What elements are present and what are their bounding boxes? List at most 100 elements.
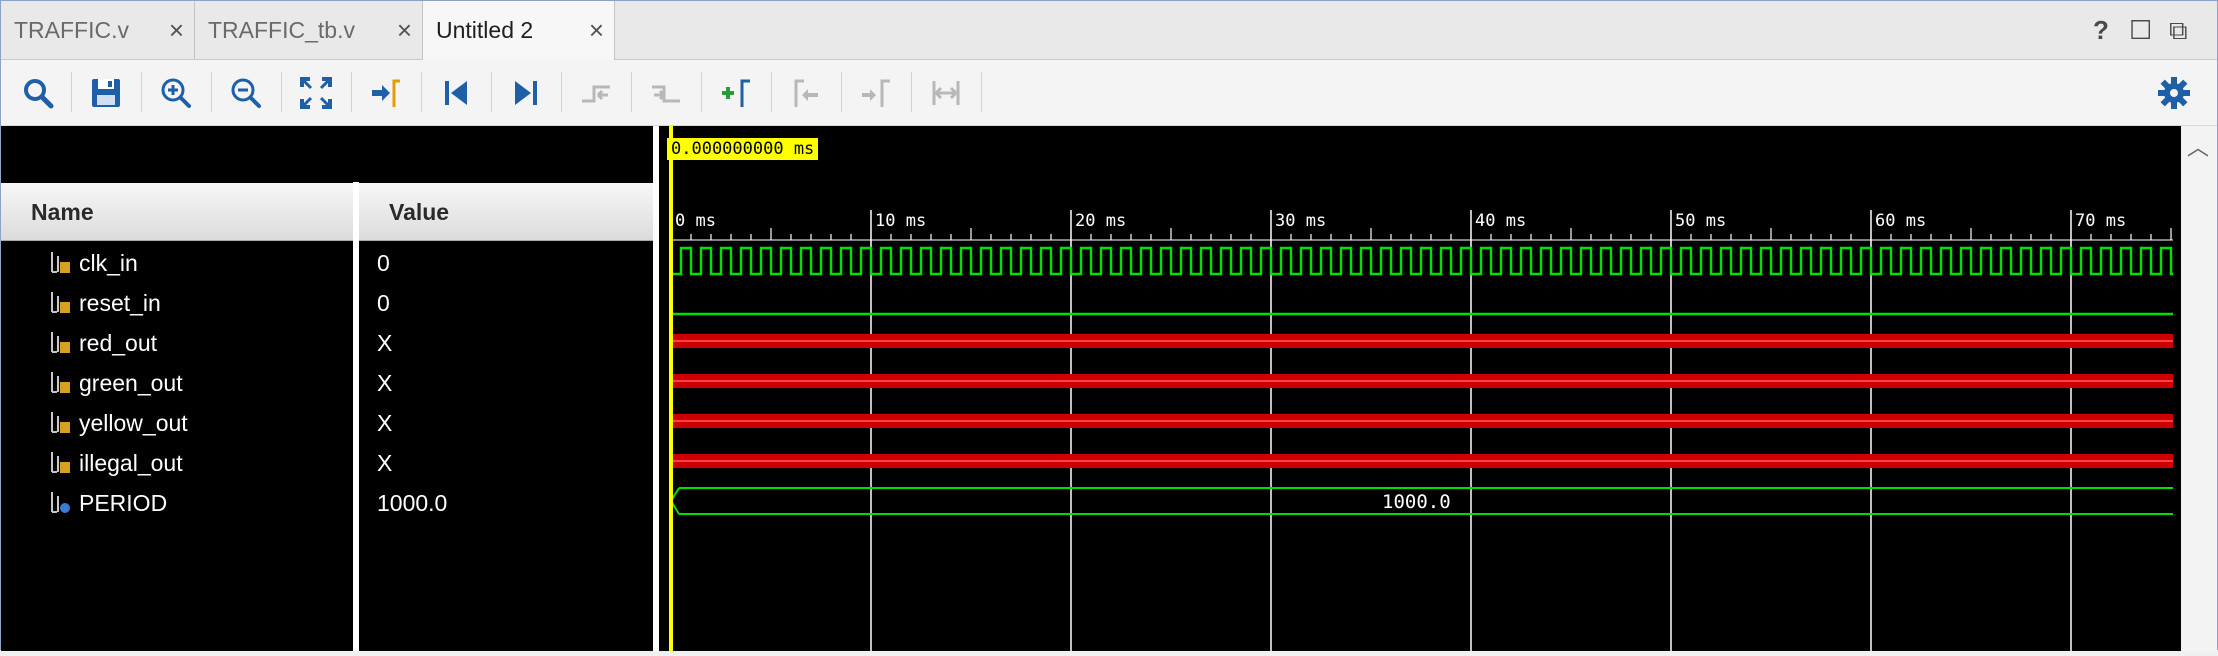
- tab-traffic-v[interactable]: TRAFFIC.v ×: [1, 1, 195, 59]
- zoom-fit-button[interactable]: [291, 68, 341, 118]
- zoom-out-icon: [231, 78, 261, 108]
- close-icon[interactable]: ×: [169, 15, 184, 46]
- next-transition-button[interactable]: [641, 68, 691, 118]
- parameter-signal-icon: [51, 492, 70, 513]
- go-to-time-0-icon: [445, 81, 467, 105]
- bus-value-label: 1000.0: [1382, 491, 1451, 513]
- close-icon[interactable]: ×: [397, 15, 412, 46]
- waveform-pane[interactable]: 0 ms 10 ms 20 ms 30 ms 40 ms 50 ms 60 ms 70 ms 1…: [659, 126, 2181, 651]
- signal-value: X: [377, 449, 393, 476]
- tab-traffic-tb-v[interactable]: TRAFFIC_tb.v ×: [195, 1, 423, 59]
- signal-row-red_out[interactable]: red_out: [49, 324, 157, 362]
- signal-value: 0: [377, 249, 390, 276]
- swap-cursors-icon: [932, 81, 960, 105]
- add-marker-icon: [722, 79, 750, 107]
- zoom-in-button[interactable]: [151, 68, 201, 118]
- toolbar-separator: [281, 72, 282, 112]
- clock-waveform[interactable]: [671, 246, 2173, 276]
- signal-row-illegal_out[interactable]: illegal_out: [49, 444, 183, 482]
- waveform-window: TRAFFIC.v × TRAFFIC_tb.v × Untitled 2 × …: [0, 0, 2218, 651]
- tab-bar: TRAFFIC.v × TRAFFIC_tb.v × Untitled 2 × …: [1, 1, 2217, 60]
- logic-signal-icon: [51, 252, 70, 273]
- scroll-up-icon[interactable]: ︿: [2187, 130, 2209, 162]
- signal-name: clk_in: [79, 249, 138, 276]
- name-column-label: Name: [31, 199, 94, 225]
- toolbar-separator: [211, 72, 212, 112]
- time-tick-label: 60 ms: [1875, 211, 1926, 231]
- signal-value: 1000.0: [377, 489, 448, 516]
- signal-row-clk_in[interactable]: clk_in: [49, 244, 138, 282]
- next-marker-icon: [862, 79, 890, 107]
- toolbar-separator: [911, 72, 912, 112]
- signal-value-PERIOD: 1000.0: [377, 484, 447, 522]
- signal-value-illegal_out: X: [377, 444, 392, 482]
- save-button[interactable]: [81, 68, 131, 118]
- time-tick-label: 40 ms: [1475, 211, 1526, 231]
- signal-values-pane[interactable]: Value 0 0 X X X X 1000.0: [359, 126, 653, 651]
- toolbar-separator: [351, 72, 352, 112]
- previous-marker-button[interactable]: [781, 68, 831, 118]
- waveform-canvas[interactable]: 0 ms 10 ms 20 ms 30 ms 40 ms 50 ms 60 ms 70 ms 1…: [659, 126, 2181, 651]
- signal-row-green_out[interactable]: green_out: [49, 364, 183, 402]
- signal-names-pane[interactable]: Name clk_in reset_in red_out green_outyello…: [1, 126, 353, 651]
- signal-value: 0: [377, 289, 390, 316]
- gear-icon: [2158, 77, 2190, 109]
- time-tick-label: 50 ms: [1675, 211, 1726, 231]
- toolbar: [1, 60, 2217, 126]
- logic-signal-icon: [51, 332, 70, 353]
- next-marker-button[interactable]: [851, 68, 901, 118]
- signal-value-clk_in: 0: [377, 244, 390, 282]
- vertical-scrollbar[interactable]: ︿: [2181, 126, 2217, 651]
- previous-transition-button[interactable]: [571, 68, 621, 118]
- zoom-in-icon: [161, 78, 191, 108]
- signal-value-green_out: X: [377, 364, 392, 402]
- toolbar-separator: [141, 72, 142, 112]
- toolbar-separator: [701, 72, 702, 112]
- logic-signal-icon: [51, 412, 70, 433]
- toolbar-separator: [491, 72, 492, 112]
- toolbar-separator: [421, 72, 422, 112]
- close-icon[interactable]: ×: [589, 15, 604, 46]
- signal-value-reset_in: 0: [377, 284, 390, 322]
- zoom-out-button[interactable]: [221, 68, 271, 118]
- save-icon: [92, 79, 120, 107]
- search-button[interactable]: [13, 68, 63, 118]
- signal-value: X: [377, 409, 393, 436]
- signal-name: green_out: [79, 369, 183, 396]
- signal-row-PERIOD[interactable]: PERIOD: [49, 484, 167, 522]
- next-transition-icon: [652, 85, 680, 103]
- go-to-cursor-icon: [372, 79, 400, 107]
- tab-untitled-2[interactable]: Untitled 2 ×: [423, 1, 615, 60]
- time-tick-label: 20 ms: [1075, 211, 1126, 231]
- go-to-last-time-icon: [515, 81, 537, 105]
- swap-cursors-button[interactable]: [921, 68, 971, 118]
- cursor-time-label: 0.000000000 ms: [667, 138, 819, 160]
- toolbar-separator: [841, 72, 842, 112]
- name-column-header[interactable]: Name: [1, 183, 353, 241]
- signal-value-red_out: X: [377, 324, 392, 362]
- go-to-last-time-button[interactable]: [501, 68, 551, 118]
- signal-row-reset_in[interactable]: reset_in: [49, 284, 161, 322]
- value-column-header[interactable]: Value: [359, 183, 653, 241]
- maximize-icon[interactable]: ☐: [2129, 15, 2152, 46]
- settings-button[interactable]: [2149, 68, 2199, 118]
- go-to-time-0-button[interactable]: [431, 68, 481, 118]
- toolbar-separator: [981, 72, 982, 112]
- toolbar-separator: [771, 72, 772, 112]
- signal-value: X: [377, 329, 393, 356]
- logic-signal-icon: [51, 292, 70, 313]
- tab-label: TRAFFIC_tb.v: [208, 17, 355, 43]
- value-column-label: Value: [389, 199, 450, 225]
- go-to-cursor-button[interactable]: [361, 68, 411, 118]
- signal-name: PERIOD: [79, 489, 168, 516]
- signal-name: illegal_out: [79, 449, 183, 476]
- time-tick-label: 10 ms: [875, 211, 926, 231]
- add-marker-button[interactable]: [711, 68, 761, 118]
- wave-window: Name clk_in reset_in red_out green_outyello…: [1, 126, 2217, 651]
- help-icon[interactable]: ?: [2093, 15, 2109, 46]
- previous-marker-icon: [794, 79, 818, 107]
- restore-icon[interactable]: ⧉: [2169, 15, 2188, 47]
- signal-row-yellow_out[interactable]: yellow_out: [49, 404, 188, 442]
- search-icon: [24, 79, 54, 109]
- signal-value: X: [377, 369, 393, 396]
